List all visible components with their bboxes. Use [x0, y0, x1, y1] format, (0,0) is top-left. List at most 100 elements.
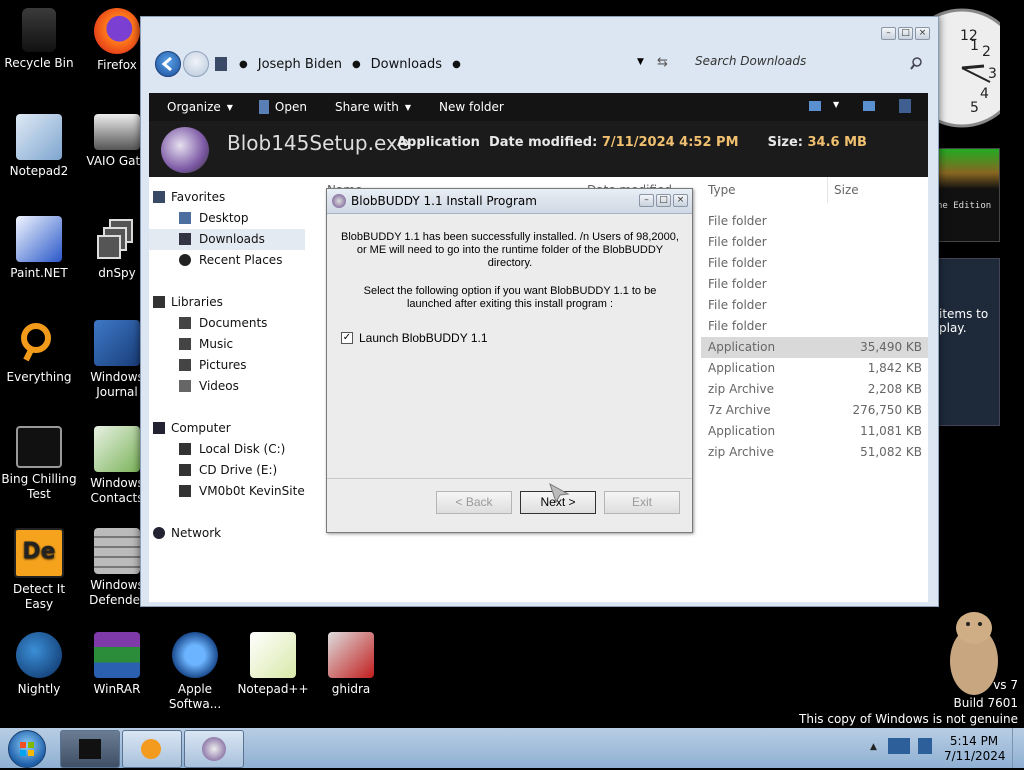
desktop-icon-nightly[interactable]: Nightly — [0, 632, 78, 697]
taskbar-item-installer[interactable] — [184, 730, 244, 768]
minimize-button[interactable]: – — [881, 27, 896, 40]
close-button[interactable]: × — [915, 27, 930, 40]
desktop-icon-bing-chilling-test[interactable]: Bing Chilling Test — [0, 426, 78, 502]
search-input[interactable]: Search Downloads — [695, 54, 927, 74]
back-arrow-icon — [161, 56, 172, 72]
breadcrumb-item-joseph-biden[interactable]: Joseph Biden — [258, 57, 342, 72]
refresh-icon[interactable]: ⇆ — [657, 55, 668, 70]
file-row[interactable]: Application 11,081 KB — [701, 421, 928, 442]
folder-icon — [215, 57, 227, 71]
file-row[interactable]: 7z Archive 276,750 KB — [701, 400, 928, 421]
file-row[interactable]: File folder — [701, 295, 928, 316]
dialog-close-button[interactable]: × — [673, 194, 688, 207]
help-icon[interactable] — [899, 99, 911, 113]
nav-recent-places[interactable]: Recent Places — [149, 250, 317, 271]
network-tray-icon[interactable] — [888, 738, 910, 754]
star-icon — [153, 191, 165, 203]
journal-icon — [94, 320, 140, 366]
desktop-icon-apple-software-update[interactable]: Apple Softwa... — [156, 632, 234, 712]
clock-number-2: 2 — [982, 44, 991, 60]
back-button[interactable] — [155, 51, 181, 77]
dialog-minimize-button[interactable]: – — [639, 194, 654, 207]
new-folder-button[interactable]: New folder — [439, 100, 504, 114]
clock-gadget[interactable]: 12 1 2 3 4 5 — [902, 8, 1022, 128]
navigation-bar: ● Joseph Biden ● Downloads ● ▼ ⇆ Search … — [149, 47, 928, 79]
open-button[interactable]: Open — [258, 100, 307, 114]
nav-pictures[interactable]: Pictures — [149, 355, 317, 376]
desktop-icon-ghidra[interactable]: ghidra — [312, 632, 390, 697]
file-row[interactable]: zip Archive 2,208 KB — [701, 379, 928, 400]
dialog-maximize-button[interactable]: □ — [656, 194, 671, 207]
dialog-message-option: Select the following option if you want … — [363, 285, 657, 310]
selected-file-name: Blob145Setup.exe — [227, 131, 410, 155]
nav-downloads[interactable]: Downloads — [149, 229, 305, 250]
desktop-icon-winrar[interactable]: WinRAR — [78, 632, 156, 697]
selected-file-type: Application — [397, 135, 480, 150]
launch-checkbox-label: Launch BlobBUDDY 1.1 — [359, 331, 488, 345]
show-desktop-button[interactable] — [1012, 728, 1024, 768]
nav-documents[interactable]: Documents — [149, 313, 317, 334]
desktop-icon-notepad2[interactable]: Notepad2 — [0, 114, 78, 179]
start-button[interactable] — [8, 730, 46, 768]
watermark-line1: vs 7 — [993, 678, 1018, 692]
share-with-menu[interactable]: Share with ▼ — [335, 100, 411, 114]
file-row[interactable]: File folder — [701, 211, 928, 232]
taskbar-item-explorer[interactable] — [60, 730, 120, 768]
blob-installer-taskbar-icon — [202, 737, 226, 761]
desktop-icon-recycle-bin[interactable]: Recycle Bin — [0, 8, 78, 71]
nav-favorites[interactable]: Favorites — [149, 187, 317, 208]
chevron-down-icon[interactable]: ▼ — [833, 100, 839, 109]
desktop-icon-notepad-plus-plus[interactable]: Notepad++ — [234, 632, 312, 697]
vaio-gate-icon — [94, 114, 140, 150]
back-button[interactable]: < Back — [436, 491, 512, 514]
search-icon[interactable] — [909, 57, 923, 71]
nav-music[interactable]: Music — [149, 334, 317, 355]
column-header-size[interactable]: Size — [827, 177, 859, 203]
desktop-icon — [179, 212, 191, 224]
network-globe-icon — [153, 527, 165, 539]
windows-logo-icon — [20, 742, 34, 756]
chevron-down-icon: ▼ — [226, 102, 233, 112]
desktop-icon-everything[interactable]: Everything — [0, 320, 78, 385]
show-hidden-icons-icon[interactable]: ▲ — [870, 742, 877, 752]
media-gadget[interactable]: ne Edition — [930, 148, 1000, 242]
file-row[interactable]: File folder — [701, 316, 928, 337]
file-row[interactable]: Application 1,842 KB — [701, 358, 928, 379]
taskbar-item-media-player[interactable] — [122, 730, 182, 768]
exit-button[interactable]: Exit — [604, 491, 680, 514]
nav-videos[interactable]: Videos — [149, 376, 317, 397]
address-dropdown-icon[interactable]: ▼ — [637, 57, 644, 67]
paint-net-icon — [16, 216, 62, 262]
dnspy-icon — [94, 216, 140, 262]
breadcrumb-item-downloads[interactable]: Downloads — [371, 57, 442, 72]
nav-desktop[interactable]: Desktop — [149, 208, 317, 229]
dialog-title-bar[interactable]: BlobBUDDY 1.1 Install Program – □ × — [327, 189, 692, 214]
organize-menu[interactable]: Organize ▼ — [167, 100, 233, 114]
maximize-button[interactable]: □ — [898, 27, 913, 40]
forward-button[interactable] — [183, 51, 209, 77]
nav-libraries[interactable]: Libraries — [149, 292, 317, 313]
checkbox-checked-icon[interactable]: ✓ — [341, 332, 353, 344]
file-row[interactable]: zip Archive 51,082 KB — [701, 442, 928, 463]
nav-local-disk[interactable]: Local Disk (C:) — [149, 439, 317, 460]
taskbar-clock[interactable]: 5:14 PM 7/11/2024 — [944, 734, 1006, 764]
nav-network[interactable]: Network — [149, 523, 317, 544]
launch-checkbox[interactable]: ✓ Launch BlobBUDDY 1.1 — [341, 331, 488, 345]
ghidra-dragon-icon — [328, 632, 374, 678]
slideshow-gadget[interactable]: items to play. — [930, 258, 1000, 426]
desktop-icon-detect-it-easy[interactable]: De Detect It Easy — [0, 528, 78, 612]
volume-tray-icon[interactable] — [918, 738, 932, 754]
file-row-selected[interactable]: Application 35,490 KB — [701, 337, 928, 358]
nav-computer[interactable]: Computer — [149, 418, 317, 439]
nav-cd-drive[interactable]: CD Drive (E:) — [149, 460, 317, 481]
nav-vm-site[interactable]: VM0b0t KevinSite — [149, 481, 317, 502]
file-row[interactable]: File folder — [701, 253, 928, 274]
desktop-icon-paint-net[interactable]: Paint.NET — [0, 216, 78, 281]
taskbar-date: 7/11/2024 — [944, 749, 1006, 763]
preview-pane-icon[interactable] — [863, 101, 875, 111]
breadcrumb[interactable]: ● Joseph Biden ● Downloads ● — [229, 54, 649, 74]
file-row[interactable]: File folder — [701, 232, 928, 253]
file-row[interactable]: File folder — [701, 274, 928, 295]
column-header-type[interactable]: Type — [708, 177, 736, 203]
view-options-icon[interactable] — [809, 101, 821, 111]
